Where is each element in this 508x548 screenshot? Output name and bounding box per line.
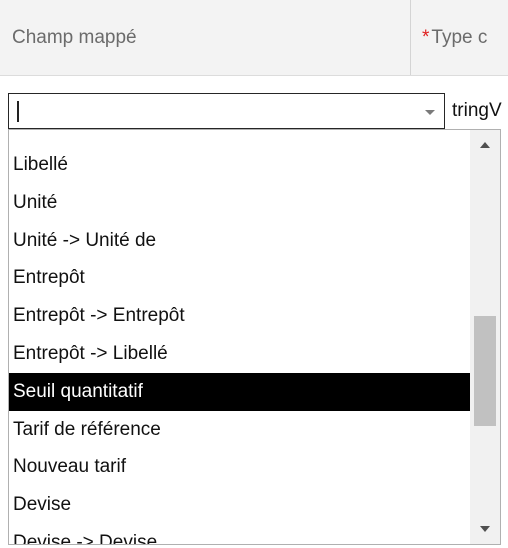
- dropdown-scrollbar[interactable]: [470, 130, 500, 544]
- dropdown-option[interactable]: Devise -> Devise: [9, 524, 471, 544]
- type-cell-value[interactable]: tringV: [452, 93, 508, 129]
- column-header-label: Type c: [431, 27, 488, 48]
- text-cursor: [17, 101, 19, 122]
- dropdown-option[interactable]: Entrepôt -> Libellé: [9, 335, 471, 373]
- arrow-down-icon[interactable]: [480, 526, 490, 532]
- column-header-type[interactable]: * Type c: [412, 0, 508, 75]
- dropdown-option[interactable]: Nouveau tarif: [9, 448, 471, 486]
- column-header-champ-mappe[interactable]: Champ mappé: [0, 0, 411, 75]
- dropdown-option[interactable]: Unité -> Unité de: [9, 222, 471, 260]
- table-header-row: Champ mappé * Type c: [0, 0, 508, 76]
- dropdown-list[interactable]: Libellé Unité Unité -> Unité de Entrepôt Ent…: [8, 129, 501, 545]
- dropdown-option[interactable]: Tarif de référence: [9, 411, 471, 449]
- dropdown-option[interactable]: Entrepôt: [9, 259, 471, 297]
- mapping-table-screen: Champ mappé * Type c tringV Libellé Unité U…: [0, 0, 508, 548]
- dropdown-option[interactable]: Unité: [9, 184, 471, 222]
- dropdown-option[interactable]: Devise: [9, 486, 471, 524]
- options-list: Libellé Unité Unité -> Unité de Entrepôt Ent…: [9, 146, 471, 544]
- required-marker: *: [422, 27, 430, 48]
- chevron-down-icon[interactable]: [425, 110, 435, 115]
- dropdown-option[interactable]: Libellé: [9, 146, 471, 184]
- dropdown-option[interactable]: Seuil quantitatif: [9, 372, 471, 411]
- column-header-label: Champ mappé: [12, 27, 137, 48]
- arrow-up-icon[interactable]: [480, 142, 490, 148]
- champ-mappe-select[interactable]: [8, 93, 445, 129]
- scrollbar-thumb[interactable]: [474, 316, 496, 426]
- dropdown-option[interactable]: Entrepôt -> Entrepôt: [9, 297, 471, 335]
